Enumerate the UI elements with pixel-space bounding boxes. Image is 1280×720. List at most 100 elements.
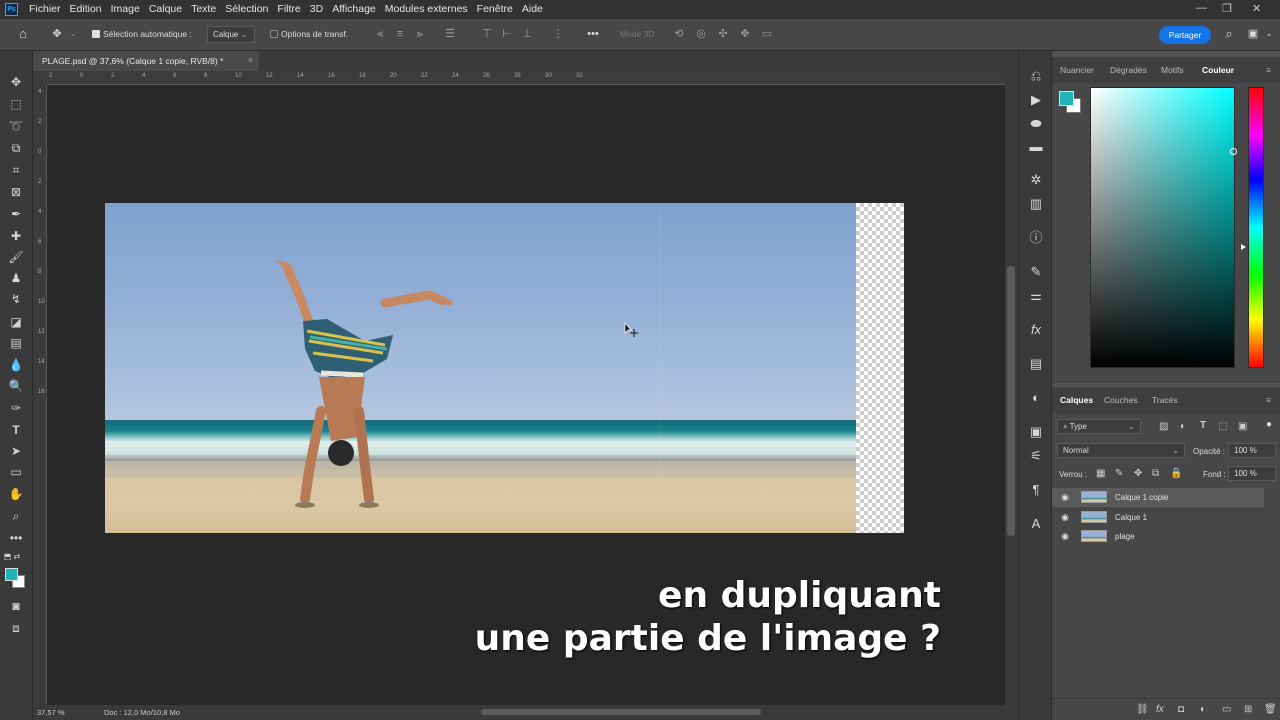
filter-type-icon[interactable]: T [1200,420,1206,431]
actions-play-icon[interactable]: ▶ [1027,91,1045,109]
tab-degrades[interactable]: Dégradés [1110,65,1147,75]
delete-layer-icon[interactable]: 🗑 [1264,704,1277,715]
color-field[interactable] [1090,87,1237,368]
transform-controls-option[interactable]: Options de transf. [270,29,348,39]
brush-settings-icon[interactable]: ✲ [1027,171,1045,189]
color-picker-marker[interactable] [1230,148,1237,155]
panel-menu-icon[interactable]: ≡ [1266,395,1271,405]
channels-icon[interactable]: ⚟ [1027,447,1045,465]
layer-style-icon[interactable]: fx [1156,704,1164,715]
filter-adjustment-icon[interactable]: ◐ [1180,421,1186,432]
lock-transparency-icon[interactable]: ▦ [1096,468,1105,479]
eye-icon[interactable]: ◉ [1059,511,1071,523]
eye-icon[interactable]: ◉ [1059,491,1071,503]
distribute-icon[interactable]: ☰ [443,27,457,41]
menu-edition[interactable]: Edition [70,3,102,15]
pan-3d-icon[interactable]: ✣ [716,27,730,41]
align-bottom-icon[interactable]: ⊥ [520,27,534,41]
eraser-tool-icon[interactable]: ◪ [7,313,25,331]
home-icon[interactable]: ⌂ [16,27,30,41]
blend-mode-dropdown[interactable]: Normal ⌄ [1057,443,1185,458]
foreground-color-swatch[interactable] [5,568,18,581]
distribute-vertical-icon[interactable]: ⋮ [551,27,565,41]
type-tool-icon[interactable]: T [7,421,25,439]
new-layer-icon[interactable]: ⊞ [1244,704,1252,715]
lasso-tool-icon[interactable]: ➰ [7,117,25,135]
restore-button[interactable]: ❐ [1222,2,1232,15]
tab-traces[interactable]: Tracés [1152,395,1178,405]
tab-couches[interactable]: Couches [1104,395,1138,405]
foreground-color-swatch[interactable] [1059,91,1074,106]
healing-brush-tool-icon[interactable]: ✚ [7,227,25,245]
marquee-tool-icon[interactable]: ⬚ [7,95,25,113]
adjustments-icon[interactable]: ◐ [1027,389,1045,407]
more-tools-icon[interactable]: ••• [7,529,25,547]
brush-presets-icon[interactable]: ✎ [1027,263,1045,281]
layer-name[interactable]: Calque 1 copie [1115,493,1168,502]
menu-affichage[interactable]: Affichage [332,3,376,15]
history-icon[interactable]: ⎌ [1027,67,1045,85]
more-options-icon[interactable]: ••• [586,27,600,41]
menu-filtre[interactable]: Filtre [277,3,300,15]
eyedropper-tool-icon[interactable]: ✒ [7,205,25,223]
rectangle-tool-icon[interactable]: ▭ [7,463,25,481]
lock-artboard-icon[interactable]: ⧉ [1152,468,1159,479]
doc-size[interactable]: Doc : 12,0 Mo/10,8 Mo [104,708,180,717]
libraries-icon[interactable]: ▣ [1027,423,1045,441]
paragraph-styles-icon[interactable]: ▤ [1027,355,1045,373]
align-right-icon[interactable]: ⫸ [413,27,427,41]
clone-stamp-tool-icon[interactable]: ♟ [7,269,25,287]
align-top-icon[interactable]: ⊤ [480,27,494,41]
mode-3d-label[interactable]: Mode 3D [620,29,655,39]
ruler-vertical[interactable]: 4 2 0 2 4 6 8 10 12 14 16 [33,85,47,705]
info-icon[interactable]: ⓘ [1027,229,1045,247]
chevron-down-icon[interactable]: ⌄ [66,27,80,41]
ruler-horizontal[interactable]: 2 0 2 4 6 8 10 12 14 16 18 20 22 24 26 28 30 32 [47,71,1005,85]
menu-fichier[interactable]: Fichier [29,3,61,15]
minimize-button[interactable]: — [1196,2,1207,14]
layer-filter-dropdown[interactable]: ⌕ Type ⌄ [1057,419,1141,434]
align-center-icon[interactable]: ≡ [393,27,407,41]
default-colors-icon[interactable]: ⬒ ⇄ [3,548,21,566]
adjustment-layer-icon[interactable]: ◐ [1200,704,1206,715]
menu-3d[interactable]: 3D [310,3,323,15]
layer-row[interactable]: ◉ Calque 1 copie [1052,488,1264,507]
layer-row[interactable]: ◉ Calque 1 [1052,508,1264,527]
canvas-area[interactable]: en dupliquant une partie de l'image ? [47,85,1005,705]
paragraph-icon[interactable]: ¶ [1027,481,1045,499]
menu-modules-externes[interactable]: Modules externes [385,3,468,15]
document-tab[interactable]: PLAGE.psd @ 37,6% (Calque 1 copie, RVB/8… [33,51,259,71]
menu-selection[interactable]: Sélection [225,3,268,15]
tab-calques[interactable]: Calques [1060,395,1093,405]
brush-tool-icon[interactable]: 🖌 [7,248,25,266]
crop-tool-icon[interactable]: ⌗ [7,161,25,179]
vertical-scrollbar[interactable] [1005,71,1018,705]
menu-texte[interactable]: Texte [191,3,216,15]
zoom-level[interactable]: 37,57 % [37,708,65,717]
fill-input[interactable]: 100 % [1228,466,1276,481]
tab-motifs[interactable]: Motifs [1161,65,1184,75]
menu-image[interactable]: Image [111,3,140,15]
dodge-tool-icon[interactable]: 🔍 [7,377,25,395]
gradient-tool-icon[interactable]: ▤ [7,334,25,352]
search-icon[interactable]: ⌕ [1222,27,1236,41]
move-tool-icon[interactable]: ✥ [7,73,25,91]
auto-select-target-dropdown[interactable]: Calque ⌄ [207,26,255,43]
new-group-icon[interactable]: ▭ [1222,704,1231,715]
close-window-button[interactable]: ✕ [1252,2,1261,15]
tab-couleur[interactable]: Couleur [1202,65,1234,75]
roll-3d-icon[interactable]: ◎ [694,27,708,41]
quick-mask-icon[interactable]: ◙ [7,597,25,615]
share-button[interactable]: Partager [1159,26,1211,44]
properties-icon[interactable]: ⚌ [1027,287,1045,305]
checkbox-icon[interactable] [270,30,278,38]
styles-icon[interactable]: fx [1027,321,1045,339]
layer-mask-icon[interactable]: ◘ [1178,704,1184,715]
pen-tool-icon[interactable]: ✑ [7,399,25,417]
glyphs-icon[interactable]: ⬬ [1027,115,1045,133]
checkbox-icon[interactable] [92,30,100,38]
object-selection-tool-icon[interactable]: ⧉ [7,139,25,157]
layer-row[interactable]: ◉ plage [1052,527,1264,546]
blur-tool-icon[interactable]: 💧 [7,356,25,374]
auto-select-option[interactable]: Sélection automatique : [92,29,192,39]
